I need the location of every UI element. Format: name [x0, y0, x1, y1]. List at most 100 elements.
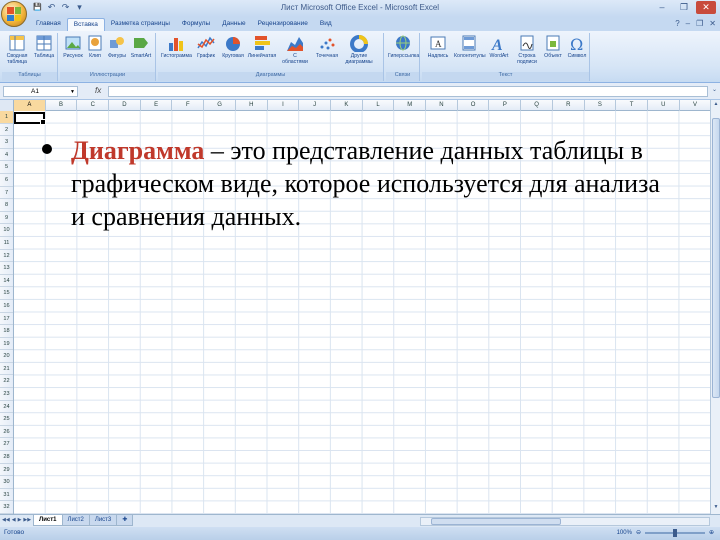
pivot-table-button[interactable]: Сводная таблица [2, 34, 32, 65]
tab-home[interactable]: Главная [30, 18, 67, 31]
line-chart-button[interactable]: График [191, 34, 221, 59]
row-header-4[interactable]: 4 [0, 149, 13, 162]
row-header-21[interactable]: 21 [0, 363, 13, 376]
column-header-l[interactable]: L [363, 100, 395, 111]
row-header-20[interactable]: 20 [0, 350, 13, 363]
column-header-c[interactable]: C [77, 100, 110, 111]
row-header-25[interactable]: 25 [0, 413, 13, 426]
scroll-down-icon[interactable]: ▼ [711, 504, 720, 513]
column-header-r[interactable]: R [553, 100, 585, 111]
sheet-tab-3[interactable]: Лист3 [88, 515, 118, 526]
header-footer-button[interactable]: Колонтитулы [454, 34, 486, 59]
row-header-18[interactable]: 18 [0, 325, 13, 338]
row-header-10[interactable]: 10 [0, 224, 13, 237]
select-all-corner[interactable] [0, 100, 14, 111]
last-sheet-icon[interactable]: ▶▶ [23, 517, 31, 523]
column-header-g[interactable]: G [204, 100, 236, 111]
close-button[interactable]: ✕ [696, 1, 716, 14]
tab-insert[interactable]: Вставка [66, 18, 105, 31]
row-header-12[interactable]: 12 [0, 250, 13, 263]
column-header-i[interactable]: I [268, 100, 300, 111]
row-header-13[interactable]: 13 [0, 262, 13, 275]
row-header-17[interactable]: 17 [0, 313, 13, 326]
prev-sheet-icon[interactable]: ◀ [12, 517, 16, 523]
fx-icon[interactable]: fx [95, 86, 101, 95]
row-header-5[interactable]: 5 [0, 161, 13, 174]
table-button[interactable]: Таблица [29, 34, 59, 59]
row-header-22[interactable]: 22 [0, 375, 13, 389]
row-header-24[interactable]: 24 [0, 401, 13, 414]
name-box[interactable]: A1 ▼ [3, 86, 78, 97]
ribbon-restore-icon[interactable]: ❐ [696, 19, 703, 28]
row-header-29[interactable]: 29 [0, 464, 13, 477]
column-header-b[interactable]: B [46, 100, 78, 111]
vertical-scroll-thumb[interactable] [712, 118, 720, 398]
row-header-31[interactable]: 31 [0, 489, 13, 502]
horizontal-scroll-thumb[interactable] [431, 518, 561, 525]
first-sheet-icon[interactable]: ◀◀ [2, 517, 10, 523]
row-header-16[interactable]: 16 [0, 300, 13, 313]
column-chart-button[interactable]: Гистограмма [161, 34, 192, 59]
zoom-in-icon[interactable]: ⊕ [709, 529, 714, 536]
tab-page-layout[interactable]: Разметка страницы [105, 18, 176, 31]
expand-formula-icon[interactable]: ⌄ [712, 86, 717, 93]
area-chart-button[interactable]: С областями [280, 34, 310, 65]
formula-input[interactable] [108, 86, 708, 97]
sheet-tab-1[interactable]: Лист1 [33, 515, 63, 526]
column-header-n[interactable]: N [426, 100, 458, 111]
row-header-7[interactable]: 7 [0, 187, 13, 200]
symbol-button[interactable]: Ω Символ [562, 34, 592, 59]
hyperlink-button[interactable]: Гиперссылка [388, 34, 419, 59]
tab-data[interactable]: Данные [216, 18, 251, 31]
row-header-9[interactable]: 9 [0, 212, 13, 225]
chevron-down-icon[interactable]: ▼ [70, 87, 75, 97]
row-header-32[interactable]: 32 [0, 501, 13, 514]
workbook-close-icon[interactable]: ✕ [709, 19, 716, 28]
column-header-t[interactable]: T [616, 100, 648, 111]
row-header-8[interactable]: 8 [0, 199, 13, 212]
smartart-button[interactable]: SmartArt [126, 34, 156, 59]
maximize-button[interactable]: ❐ [674, 1, 694, 14]
column-header-h[interactable]: H [236, 100, 268, 111]
zoom-level[interactable]: 100% [617, 530, 632, 536]
column-header-q[interactable]: Q [521, 100, 553, 111]
column-header-s[interactable]: S [585, 100, 617, 111]
tab-view[interactable]: Вид [314, 18, 338, 31]
ribbon-minimize-icon[interactable]: ‒ [686, 19, 690, 28]
row-header-14[interactable]: 14 [0, 275, 13, 288]
tab-review[interactable]: Рецензирование [252, 18, 314, 31]
row-header-3[interactable]: 3 [0, 136, 13, 149]
row-header-19[interactable]: 19 [0, 338, 13, 351]
horizontal-scrollbar[interactable] [420, 517, 710, 526]
other-charts-button[interactable]: Другие диаграммы [344, 34, 374, 65]
zoom-slider[interactable] [644, 528, 705, 537]
column-header-p[interactable]: P [490, 100, 522, 111]
column-header-v[interactable]: V [680, 100, 712, 111]
row-header-27[interactable]: 27 [0, 438, 13, 452]
minimize-button[interactable]: ‒ [652, 1, 672, 14]
scatter-chart-button[interactable]: Точечная [312, 34, 342, 59]
bar-chart-button[interactable]: Линейчатая [247, 34, 277, 59]
column-header-k[interactable]: K [331, 100, 363, 111]
vertical-scrollbar[interactable]: ▲ ▼ [710, 100, 720, 514]
row-header-30[interactable]: 30 [0, 476, 13, 489]
row-header-6[interactable]: 6 [0, 174, 13, 187]
zoom-out-icon[interactable]: ⊖ [636, 529, 641, 536]
column-header-m[interactable]: M [394, 100, 427, 111]
help-icon[interactable]: ? [675, 19, 679, 28]
next-sheet-icon[interactable]: ▶ [18, 517, 22, 523]
row-header-1[interactable]: 1 [0, 111, 13, 124]
row-header-15[interactable]: 15 [0, 287, 13, 300]
row-header-28[interactable]: 28 [0, 451, 13, 464]
row-header-2[interactable]: 2 [0, 124, 13, 137]
scroll-up-icon[interactable]: ▲ [711, 101, 720, 110]
tab-formulas[interactable]: Формулы [176, 18, 216, 31]
insert-sheet-icon[interactable]: ✚ [116, 515, 134, 526]
column-header-d[interactable]: D [109, 100, 141, 111]
column-header-u[interactable]: U [648, 100, 680, 111]
column-header-e[interactable]: E [141, 100, 173, 111]
sheet-tab-2[interactable]: Лист2 [61, 515, 90, 526]
textbox-button[interactable]: A Надпись [423, 34, 453, 59]
row-header-11[interactable]: 11 [0, 237, 13, 250]
wordart-button[interactable]: A WordArt [484, 34, 514, 59]
